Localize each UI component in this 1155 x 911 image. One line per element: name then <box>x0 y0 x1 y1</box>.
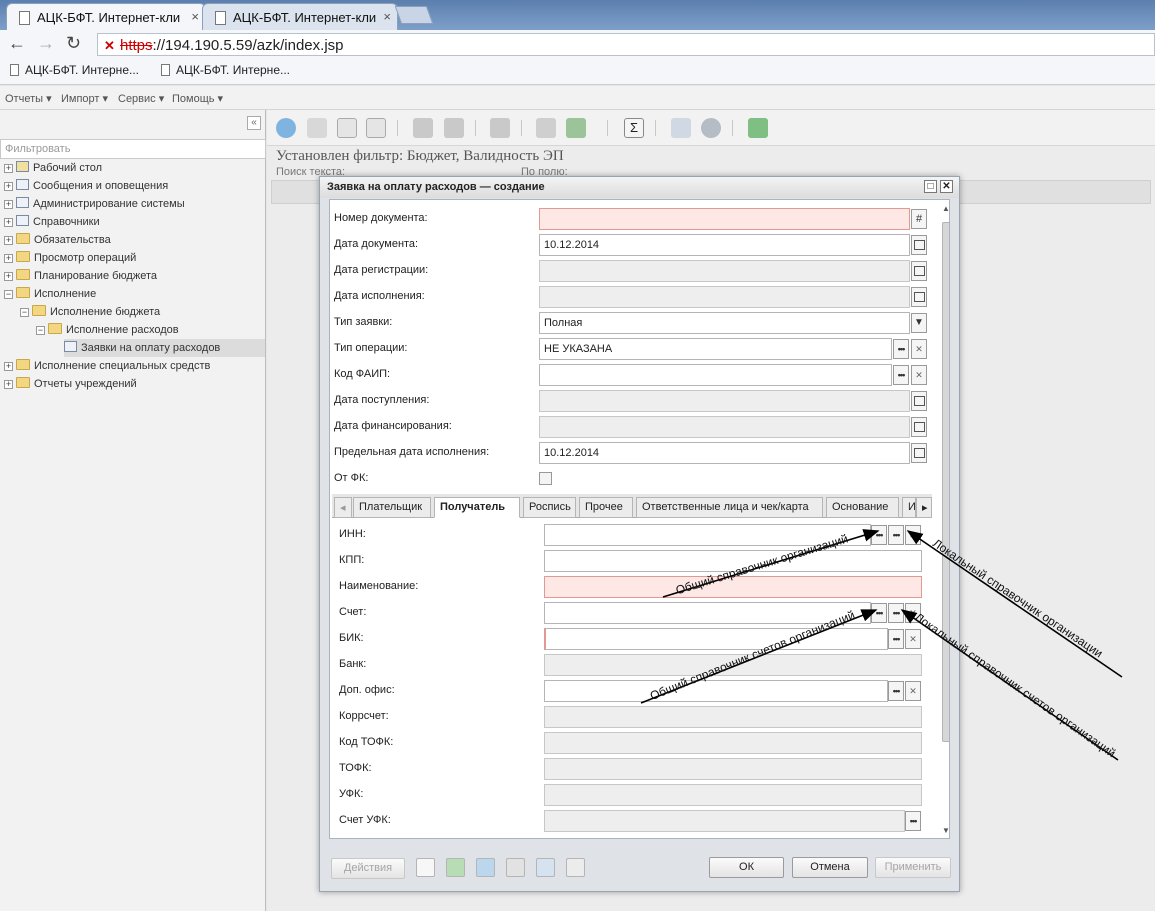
annotation-arrows <box>640 529 1123 761</box>
